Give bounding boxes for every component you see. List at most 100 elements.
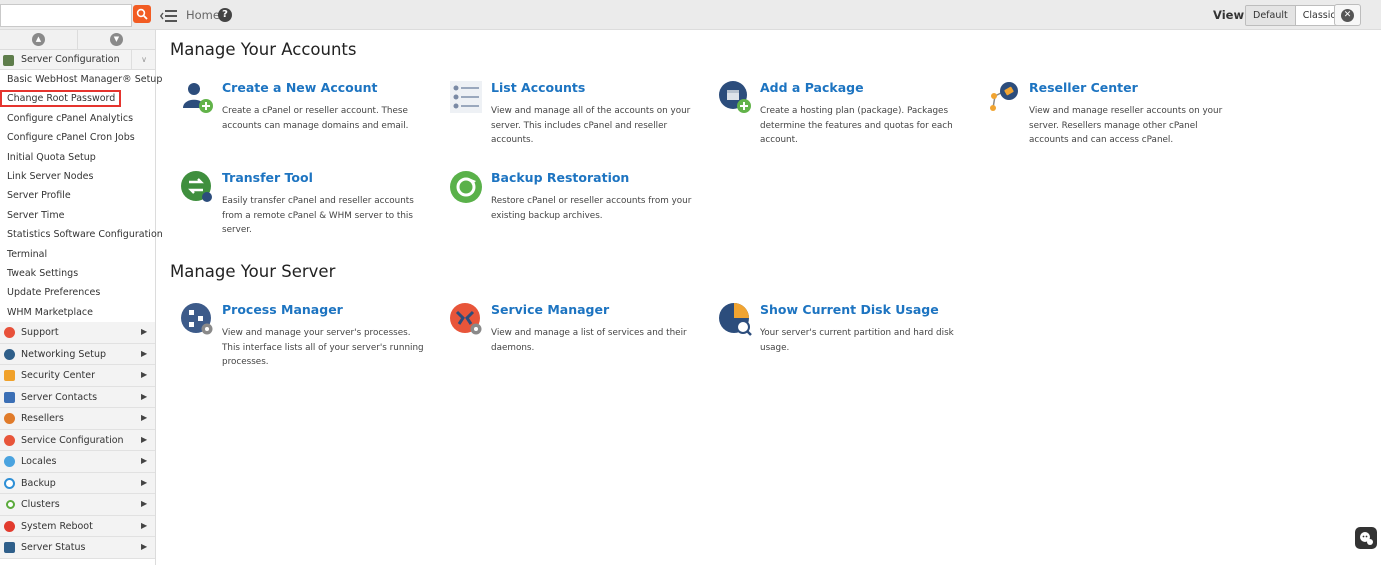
view-toggle: Default Classic xyxy=(1245,5,1344,26)
create-account-icon[interactable] xyxy=(180,80,213,114)
sidebar-category-resellers[interactable]: Resellers ▶ xyxy=(0,408,155,430)
view-default-button[interactable]: Default xyxy=(1246,6,1296,25)
collapse-icon[interactable]: ∨ xyxy=(131,50,156,70)
sidebar-item-cpanel-analytics[interactable]: Configure cPanel Analytics xyxy=(0,109,155,128)
locales-icon xyxy=(4,456,15,468)
reseller-center-link[interactable]: Reseller Center xyxy=(1029,80,1138,95)
sidebar-item-label: Initial Quota Setup xyxy=(7,151,96,163)
sidebar-item-initial-quota-setup[interactable]: Initial Quota Setup xyxy=(0,148,155,167)
reseller-center-description: View and manage reseller accounts on you… xyxy=(1029,106,1223,145)
sidebar-category-label: Server Status xyxy=(21,542,86,554)
breadcrumb-home[interactable]: Home xyxy=(186,8,220,22)
process-manager-icon[interactable] xyxy=(180,302,213,336)
disk-usage-link[interactable]: Show Current Disk Usage xyxy=(760,302,939,317)
sidebar-item-label: Tweak Settings xyxy=(7,267,79,279)
sidebar-item-link-server-nodes[interactable]: Link Server Nodes xyxy=(0,167,155,186)
sidebar-section-server-configuration[interactable]: Server Configuration ∨ xyxy=(0,50,155,70)
sidebar-item-terminal[interactable]: Terminal xyxy=(0,245,155,264)
sidebar-item-label: Configure cPanel Cron Jobs xyxy=(7,132,135,144)
expand-icon: ▶ xyxy=(141,499,148,509)
search-box xyxy=(0,4,152,27)
add-package-link[interactable]: Add a Package xyxy=(760,80,864,95)
chat-assistant-button[interactable] xyxy=(1355,527,1377,549)
search-input[interactable] xyxy=(0,4,132,27)
power-icon xyxy=(4,520,15,532)
sidebar-category-label: Server Contacts xyxy=(21,391,98,403)
sidebar-category-server-status[interactable]: Server Status ▶ xyxy=(0,537,155,559)
list-accounts-link[interactable]: List Accounts xyxy=(491,80,585,95)
sidebar-category-support[interactable]: Support ▶ xyxy=(0,322,155,344)
sidebar-category-backup[interactable]: Backup ▶ xyxy=(0,472,155,495)
sidebar-category-clusters[interactable]: Clusters ▶ xyxy=(0,494,155,516)
sidebar-item-label: Server Time xyxy=(7,209,65,221)
sidebar-item-whm-marketplace[interactable]: WHM Marketplace xyxy=(0,303,155,322)
sidebar-category-label: Support xyxy=(21,327,59,339)
sidebar-item-tweak-settings[interactable]: Tweak Settings xyxy=(0,264,155,283)
backup-restoration-icon[interactable] xyxy=(449,170,482,204)
sidebar-item-label: Server Profile xyxy=(7,190,71,202)
arrow-up-icon: ▲ xyxy=(32,33,45,46)
sidebar-item-server-profile[interactable]: Server Profile xyxy=(0,186,155,205)
backup-restoration-link[interactable]: Backup Restoration xyxy=(491,170,629,185)
lock-icon xyxy=(4,370,15,382)
sidebar-category-security-center[interactable]: Security Center ▶ xyxy=(0,365,155,387)
sidebar-item-label: Link Server Nodes xyxy=(7,170,94,182)
add-package-description: Create a hosting plan (package). Package… xyxy=(760,106,953,145)
sidebar-item-change-root-password[interactable]: Change Root Password xyxy=(0,89,155,108)
expand-icon: ▶ xyxy=(141,456,148,466)
sidebar-category-system-reboot[interactable]: System Reboot ▶ xyxy=(0,515,155,538)
section-title-server: Manage Your Server xyxy=(170,262,336,281)
process-manager-link[interactable]: Process Manager xyxy=(222,302,343,317)
scroll-down-button[interactable]: ▼ xyxy=(78,30,155,49)
backup-icon xyxy=(4,477,15,489)
sidebar-item-label: Terminal xyxy=(7,248,48,260)
sidebar-item-server-time[interactable]: Server Time xyxy=(0,206,155,225)
expand-icon: ▶ xyxy=(141,520,148,530)
sidebar-item-label: Update Preferences xyxy=(7,287,101,299)
disk-usage-icon[interactable] xyxy=(718,302,752,336)
close-button[interactable]: ✕ xyxy=(1334,4,1361,26)
sidebar-category-label: Service Configuration xyxy=(21,434,124,446)
sidebar-category-label: Locales xyxy=(21,456,57,468)
create-account-description: Create a cPanel or reseller account. The… xyxy=(222,106,409,131)
top-bar: Home ? View: Default Classic ✕ xyxy=(0,0,1381,30)
sidebar-item-label: Configure cPanel Analytics xyxy=(7,112,134,124)
sidebar-category-service-configuration[interactable]: Service Configuration ▶ xyxy=(0,429,155,452)
service-manager-icon[interactable] xyxy=(449,302,482,336)
sidebar-category-label: Clusters xyxy=(21,499,60,511)
sidebar-category-label: System Reboot xyxy=(21,520,93,532)
scroll-up-button[interactable]: ▲ xyxy=(0,30,78,49)
sidebar-category-label: Resellers xyxy=(21,413,64,425)
sidebar-item-basic-setup[interactable]: Basic WebHost Manager® Setup xyxy=(0,70,162,89)
sidebar-item-cron-jobs[interactable]: Configure cPanel Cron Jobs xyxy=(0,128,155,147)
add-package-icon[interactable] xyxy=(718,80,751,114)
transfer-tool-description: Easily transfer cPanel and reseller acco… xyxy=(222,196,414,235)
list-accounts-description: View and manage all of the accounts on y… xyxy=(491,106,691,145)
sidebar-category-networking-setup[interactable]: Networking Setup ▶ xyxy=(0,343,155,366)
help-icon[interactable]: ? xyxy=(218,8,232,22)
transfer-tool-icon[interactable] xyxy=(180,170,212,204)
sidebar-category-label: Backup xyxy=(21,477,56,489)
resellers-icon xyxy=(4,413,15,425)
sidebar-category-server-contacts[interactable]: Server Contacts ▶ xyxy=(0,386,155,409)
network-icon xyxy=(4,348,15,360)
sidebar: ▲ ▼ Server Configuration ∨ Basic WebHost… xyxy=(0,30,163,565)
sidebar-category-locales[interactable]: Locales ▶ xyxy=(0,451,155,473)
close-icon: ✕ xyxy=(1341,9,1354,22)
list-accounts-icon[interactable] xyxy=(449,80,482,114)
sidebar-item-statistics-software[interactable]: Statistics Software Configuration xyxy=(0,225,163,244)
service-manager-link[interactable]: Service Manager xyxy=(491,302,609,317)
transfer-tool-link[interactable]: Transfer Tool xyxy=(222,170,313,185)
sidebar-item-label: Basic WebHost Manager® Setup xyxy=(7,74,163,85)
expand-icon: ▶ xyxy=(141,327,148,337)
expand-icon: ▶ xyxy=(141,348,148,358)
server-status-icon xyxy=(4,542,15,554)
search-button[interactable] xyxy=(133,5,151,23)
menu-toggle-icon[interactable] xyxy=(159,8,178,22)
expand-icon: ▶ xyxy=(141,542,148,552)
reseller-center-icon[interactable] xyxy=(987,80,1019,114)
contacts-icon xyxy=(4,391,15,403)
expand-icon: ▶ xyxy=(141,391,148,401)
sidebar-item-update-preferences[interactable]: Update Preferences xyxy=(0,283,155,302)
create-account-link[interactable]: Create a New Account xyxy=(222,80,378,95)
